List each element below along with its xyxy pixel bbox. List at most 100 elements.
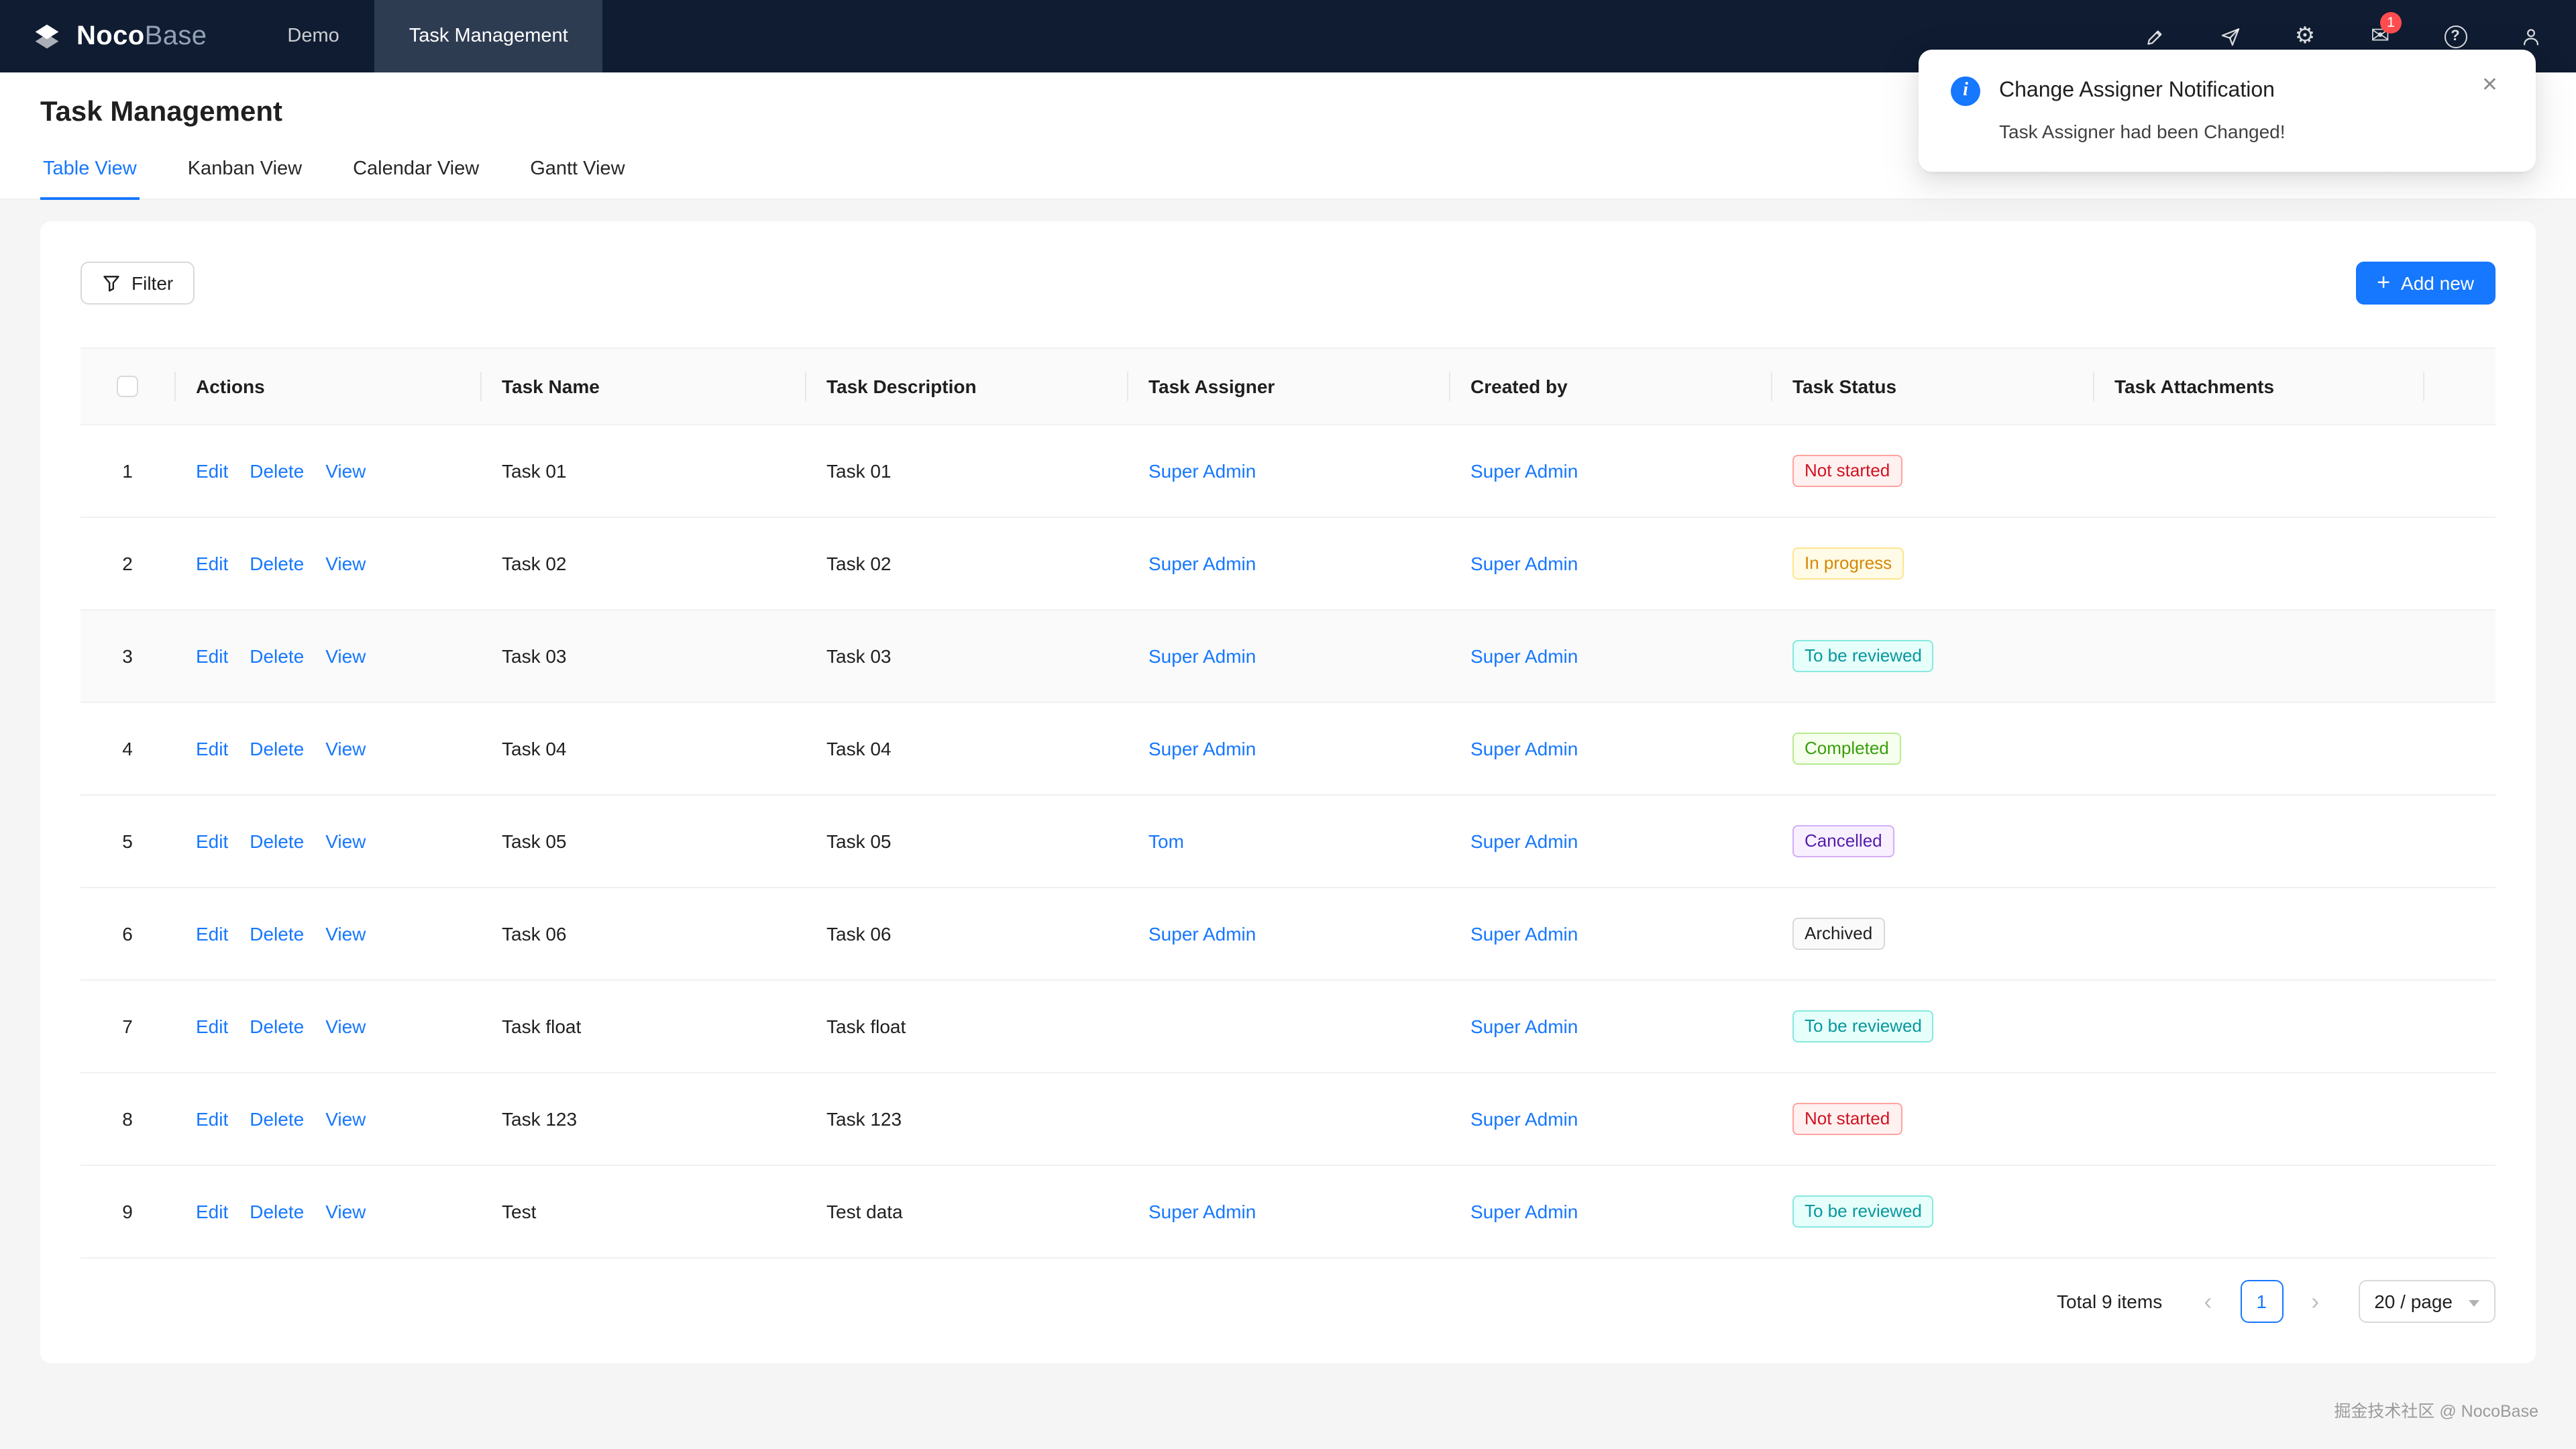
brand-name: NocoBase [76, 21, 207, 50]
edit-link[interactable]: Edit [196, 923, 228, 945]
status-tag: Completed [1792, 733, 1901, 765]
spacer-cell [2423, 795, 2496, 888]
created-by-link[interactable]: Super Admin [1470, 830, 1578, 852]
status-tag: Not started [1792, 455, 1902, 487]
created-by-link[interactable]: Super Admin [1470, 460, 1578, 482]
created-by-link[interactable]: Super Admin [1470, 1016, 1578, 1037]
filter-button[interactable]: Filter [80, 262, 195, 305]
highlighter-icon[interactable] [2141, 23, 2168, 50]
edit-link[interactable]: Edit [196, 553, 228, 574]
nav-item-demo[interactable]: Demo [252, 0, 374, 72]
task-name-cell: Test [480, 1165, 805, 1258]
edit-link[interactable]: Edit [196, 1016, 228, 1037]
task-name-cell: Task 123 [480, 1073, 805, 1166]
delete-link[interactable]: Delete [250, 738, 304, 759]
view-link[interactable]: View [325, 1016, 366, 1037]
delete-link[interactable]: Delete [250, 1108, 304, 1130]
close-icon[interactable]: ✕ [2481, 75, 2498, 95]
assigner-link[interactable]: Super Admin [1148, 553, 1256, 574]
question-circle-icon[interactable]: ? [2442, 23, 2469, 50]
task-status-cell: Archived [1771, 888, 2093, 981]
edit-link[interactable]: Edit [196, 738, 228, 759]
delete-link[interactable]: Delete [250, 645, 304, 667]
tab-gantt-view[interactable]: Gantt View [527, 145, 627, 200]
nav-item-task-management[interactable]: Task Management [374, 0, 603, 72]
select-all-checkbox[interactable] [117, 376, 138, 397]
tab-kanban-view[interactable]: Kanban View [185, 145, 305, 200]
created-by-cell: Super Admin [1449, 1165, 1771, 1258]
created-by-cell: Super Admin [1449, 425, 1771, 518]
task-description-cell: Task 04 [805, 702, 1127, 796]
task-assigner-cell: Super Admin [1127, 1165, 1449, 1258]
view-link[interactable]: View [325, 1108, 366, 1130]
assigner-link[interactable]: Super Admin [1148, 460, 1256, 482]
edit-link[interactable]: Edit [196, 1201, 228, 1222]
nocobase-logo[interactable]: NocoBase [0, 0, 233, 72]
row-actions: Edit Delete View [174, 888, 480, 981]
row-actions: Edit Delete View [174, 610, 480, 703]
watermark: 掘金技术社区 @ NocoBase [2334, 1402, 2538, 1421]
delete-link[interactable]: Delete [250, 923, 304, 945]
gear-icon[interactable]: ⚙ [2292, 23, 2318, 50]
created-by-link[interactable]: Super Admin [1470, 553, 1578, 574]
task-name-cell: Task float [480, 980, 805, 1073]
view-link[interactable]: View [325, 553, 366, 574]
add-new-button[interactable]: + Add new [2355, 262, 2496, 305]
delete-link[interactable]: Delete [250, 460, 304, 482]
edit-link[interactable]: Edit [196, 1108, 228, 1130]
task-assigner-cell: Super Admin [1127, 888, 1449, 981]
spacer-cell [2423, 517, 2496, 610]
created-by-link[interactable]: Super Admin [1470, 923, 1578, 945]
delete-link[interactable]: Delete [250, 1016, 304, 1037]
created-by-link[interactable]: Super Admin [1470, 1108, 1578, 1130]
column-header-task-status: Task Status [1771, 347, 2093, 425]
status-tag: To be reviewed [1792, 640, 1934, 672]
mail-icon[interactable]: ✉ 1 [2367, 12, 2402, 50]
task-description-cell: Task 123 [805, 1073, 1127, 1166]
edit-link[interactable]: Edit [196, 645, 228, 667]
assigner-link[interactable]: Super Admin [1148, 923, 1256, 945]
assigner-link[interactable]: Super Admin [1148, 1201, 1256, 1222]
view-link[interactable]: View [325, 923, 366, 945]
task-description-cell: Test data [805, 1165, 1127, 1258]
created-by-link[interactable]: Super Admin [1470, 645, 1578, 667]
assigner-link[interactable]: Super Admin [1148, 738, 1256, 759]
view-link[interactable]: View [325, 460, 366, 482]
task-attachments-cell [2093, 517, 2423, 610]
assigner-link[interactable]: Super Admin [1148, 645, 1256, 667]
table-card: Filter + Add new Actions Task Name Task … [40, 221, 2536, 1363]
task-status-cell: To be reviewed [1771, 1165, 2093, 1258]
pagination-prev-icon[interactable]: ‹ [2186, 1280, 2229, 1323]
row-actions: Edit Delete View [174, 425, 480, 518]
created-by-cell: Super Admin [1449, 702, 1771, 796]
created-by-cell: Super Admin [1449, 517, 1771, 610]
created-by-link[interactable]: Super Admin [1470, 1201, 1578, 1222]
created-by-cell: Super Admin [1449, 1073, 1771, 1166]
assigner-link[interactable]: Tom [1148, 830, 1184, 852]
paper-plane-icon[interactable] [2216, 23, 2243, 50]
tab-table-view[interactable]: Table View [40, 145, 140, 200]
edit-link[interactable]: Edit [196, 830, 228, 852]
tab-calendar-view[interactable]: Calendar View [350, 145, 482, 200]
view-link[interactable]: View [325, 1201, 366, 1222]
pagination-next-icon[interactable]: › [2294, 1280, 2337, 1323]
view-link[interactable]: View [325, 645, 366, 667]
delete-link[interactable]: Delete [250, 830, 304, 852]
created-by-link[interactable]: Super Admin [1470, 738, 1578, 759]
row-actions: Edit Delete View [174, 702, 480, 796]
delete-link[interactable]: Delete [250, 1201, 304, 1222]
status-tag: Not started [1792, 1103, 1902, 1135]
user-icon[interactable] [2517, 23, 2544, 50]
task-description-cell: Task 02 [805, 517, 1127, 610]
row-index: 1 [80, 425, 174, 518]
status-tag: Cancelled [1792, 825, 1894, 857]
spacer-cell [2423, 1073, 2496, 1166]
delete-link[interactable]: Delete [250, 553, 304, 574]
app-root: NocoBase Demo Task Management ⚙ ✉ 1 ? Ta… [0, 0, 2576, 1449]
view-link[interactable]: View [325, 830, 366, 852]
pagination-page-1[interactable]: 1 [2240, 1280, 2284, 1323]
edit-link[interactable]: Edit [196, 460, 228, 482]
page-size-select[interactable]: 20 / page [2358, 1280, 2496, 1323]
view-link[interactable]: View [325, 738, 366, 759]
notification-badge: 1 [2380, 12, 2402, 34]
